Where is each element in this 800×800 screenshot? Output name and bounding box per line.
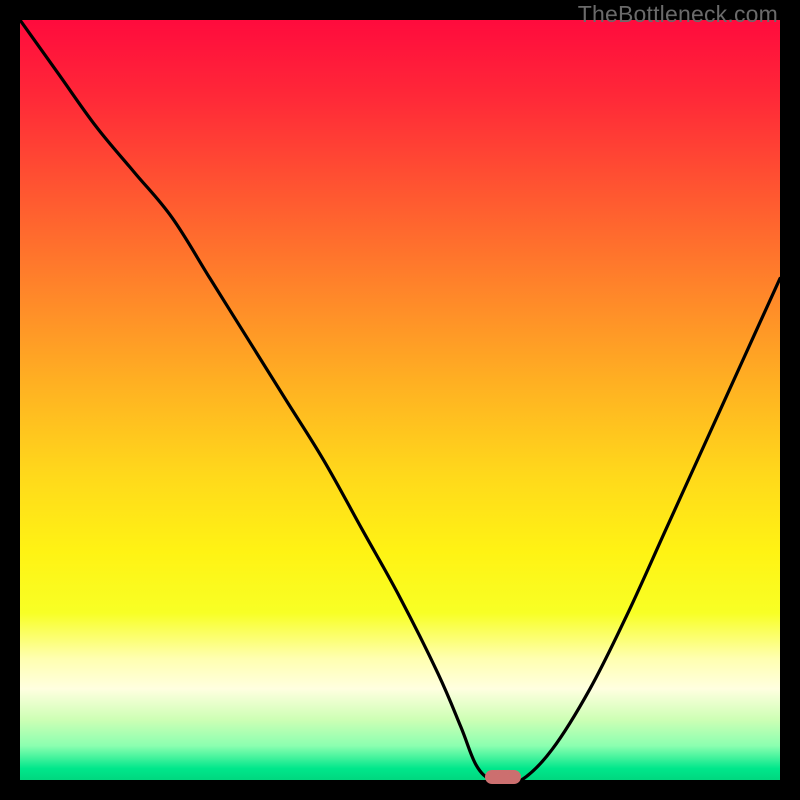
optimal-marker — [485, 770, 521, 784]
watermark-text: TheBottleneck.com — [578, 1, 778, 28]
plot-svg — [20, 20, 780, 780]
gradient-background — [20, 20, 780, 780]
plot-area — [20, 20, 780, 780]
chart-frame: TheBottleneck.com — [0, 0, 800, 800]
